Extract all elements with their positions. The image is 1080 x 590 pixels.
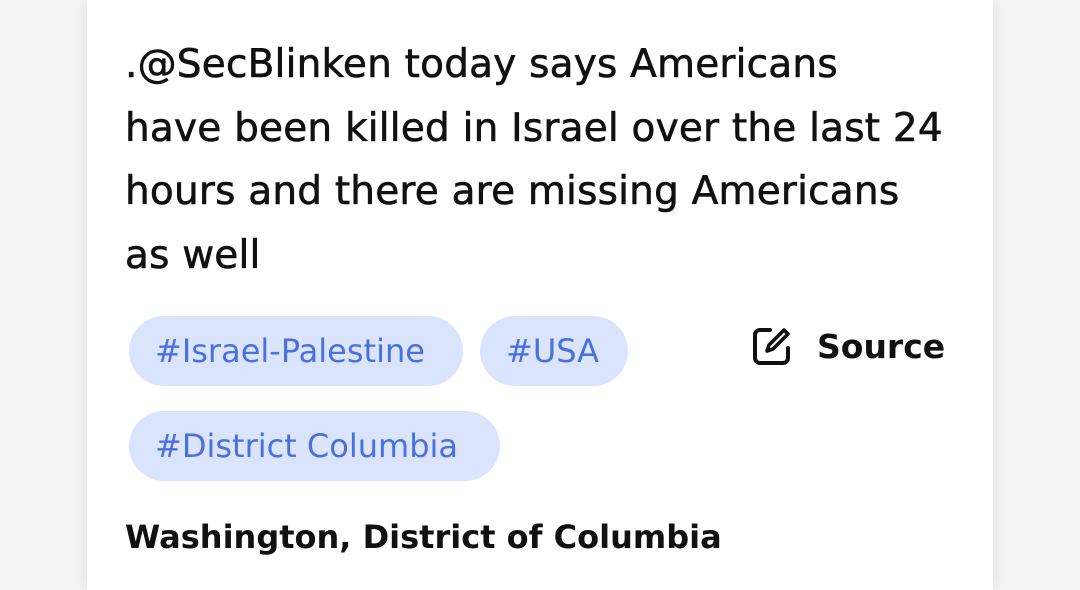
headline: .@SecBlinken today says Americans have b… bbox=[125, 42, 943, 278]
edit-square-icon bbox=[751, 325, 793, 367]
tag-district-columbia[interactable]: #District Columbia bbox=[129, 411, 500, 481]
tag-usa[interactable]: #USA bbox=[480, 316, 628, 386]
news-card: .@SecBlinken today says Americans have b… bbox=[87, 0, 993, 590]
source-link[interactable]: Source bbox=[751, 322, 945, 370]
tag-israel-palestine[interactable]: #Israel-Palestine bbox=[129, 316, 463, 386]
source-label: Source bbox=[817, 326, 946, 366]
location-label: Washington, District of Columbia bbox=[125, 518, 722, 556]
